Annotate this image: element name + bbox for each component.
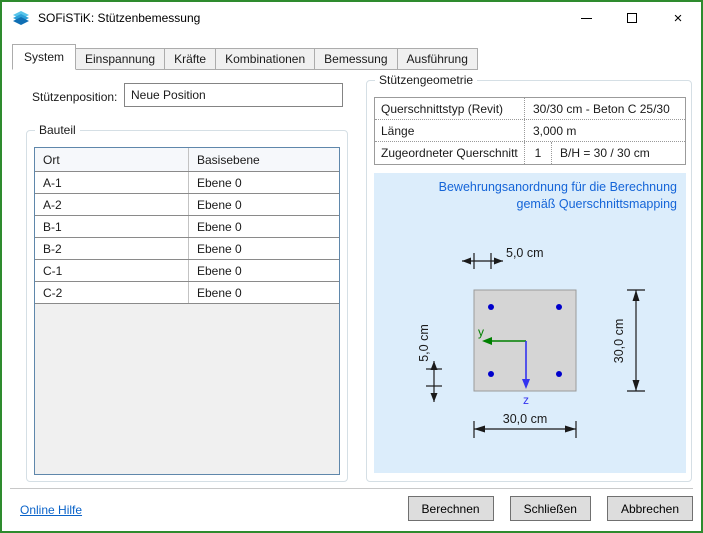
top-dimension-label: 5,0 cm [506,246,544,260]
maximize-button[interactable] [609,2,655,34]
property-row-querschnitt: Zugeordneter Querschnitt 1 B/H = 30 / 30… [375,142,685,164]
abbrechen-button[interactable]: Abbrechen [607,496,693,521]
cell-basisebene: Ebene 0 [189,282,339,303]
cell-ort: B-1 [35,216,189,237]
tab-ausfuehrung[interactable]: Ausführung [397,48,478,70]
left-dimension-label: 5,0 cm [417,324,431,362]
cell-basisebene: Ebene 0 [189,238,339,259]
online-help-link[interactable]: Online Hilfe [20,503,82,517]
property-number[interactable]: 1 [525,142,552,164]
close-icon: × [674,11,683,26]
geometrie-group-title: Stützengeometrie [375,73,477,87]
geometrie-property-table: Querschnittstyp (Revit) 30/30 cm - Beton… [374,97,686,165]
table-row[interactable]: A-2 Ebene 0 [35,194,339,216]
tab-system[interactable]: System [12,44,76,70]
property-row-laenge: Länge 3,000 m [375,120,685,142]
cell-ort: A-1 [35,172,189,193]
diagram-note-line1: Bewehrungsanordnung für die Berechnung [439,180,677,194]
minimize-button[interactable] [563,2,609,34]
window-title: SOFiSTiK: Stützenbemessung [38,11,200,25]
property-label: Länge [375,120,525,141]
cell-ort: C-1 [35,260,189,281]
cell-basisebene: Ebene 0 [189,216,339,237]
diagram-note-line2: gemäß Querschnittsmapping [517,197,678,211]
cell-ort: B-2 [35,238,189,259]
property-value[interactable]: B/H = 30 / 30 cm [552,142,685,164]
cell-ort: C-2 [35,282,189,303]
tab-kraefte[interactable]: Kräfte [164,48,216,70]
rebar-dot [556,371,562,377]
cell-basisebene: Ebene 0 [189,194,339,215]
tab-strip: System Einspannung Kräfte Kombinationen … [12,44,477,70]
position-input[interactable] [124,83,343,107]
property-label: Querschnittstyp (Revit) [375,98,525,119]
z-axis-label: z [523,393,529,407]
cell-basisebene: Ebene 0 [189,172,339,193]
rebar-dot [488,371,494,377]
table-row[interactable]: B-2 Ebene 0 [35,238,339,260]
window-controls: × [563,2,701,34]
minimize-icon [581,18,592,19]
property-value[interactable]: 30/30 cm - Beton C 25/30 [525,98,685,119]
tab-einspannung[interactable]: Einspannung [75,48,165,70]
geometrie-groupbox: Stützengeometrie Querschnittstyp (Revit)… [366,80,692,482]
property-value[interactable]: 3,000 m [525,120,685,141]
bauteil-table-header: Ort Basisebene [35,148,339,172]
tab-bemessung[interactable]: Bemessung [314,48,397,70]
footer-separator [10,488,693,489]
bauteil-group-title: Bauteil [35,123,80,137]
cell-ort: A-2 [35,194,189,215]
tab-kombinationen[interactable]: Kombinationen [215,48,315,70]
titlebar: SOFiSTiK: Stützenbemessung × [2,2,701,34]
cross-section-diagram: Bewehrungsanordnung für die Berechnung g… [374,173,686,473]
close-button[interactable]: × [655,2,701,34]
column-header-basisebene[interactable]: Basisebene [189,148,339,171]
bauteil-groupbox: Bauteil Ort Basisebene A-1 Ebene 0 A-2 E… [26,130,348,482]
cell-basisebene: Ebene 0 [189,260,339,281]
table-row[interactable]: C-2 Ebene 0 [35,282,339,304]
dialog-window: SOFiSTiK: Stützenbemessung × System Eins… [0,0,703,533]
table-row[interactable]: A-1 Ebene 0 [35,172,339,194]
y-axis-label: y [478,325,484,339]
table-row[interactable]: C-1 Ebene 0 [35,260,339,282]
right-dimension-label: 30,0 cm [612,319,626,363]
property-label: Zugeordneter Querschnitt [375,142,525,164]
rebar-dot [488,304,494,310]
footer-buttons: Berechnen Schließen Abbrechen [408,496,693,521]
table-empty-area [35,304,339,474]
berechnen-button[interactable]: Berechnen [408,496,494,521]
schliessen-button[interactable]: Schließen [510,496,591,521]
property-row-querschnittstyp: Querschnittstyp (Revit) 30/30 cm - Beton… [375,98,685,120]
sofistik-logo-icon [12,11,30,25]
rebar-dot [556,304,562,310]
maximize-icon [627,13,637,23]
bottom-dimension-label: 30,0 cm [503,412,547,426]
position-label: Stützenposition: [32,90,117,104]
column-header-ort[interactable]: Ort [35,148,189,171]
table-row[interactable]: B-1 Ebene 0 [35,216,339,238]
bauteil-table: Ort Basisebene A-1 Ebene 0 A-2 Ebene 0 B… [34,147,340,475]
